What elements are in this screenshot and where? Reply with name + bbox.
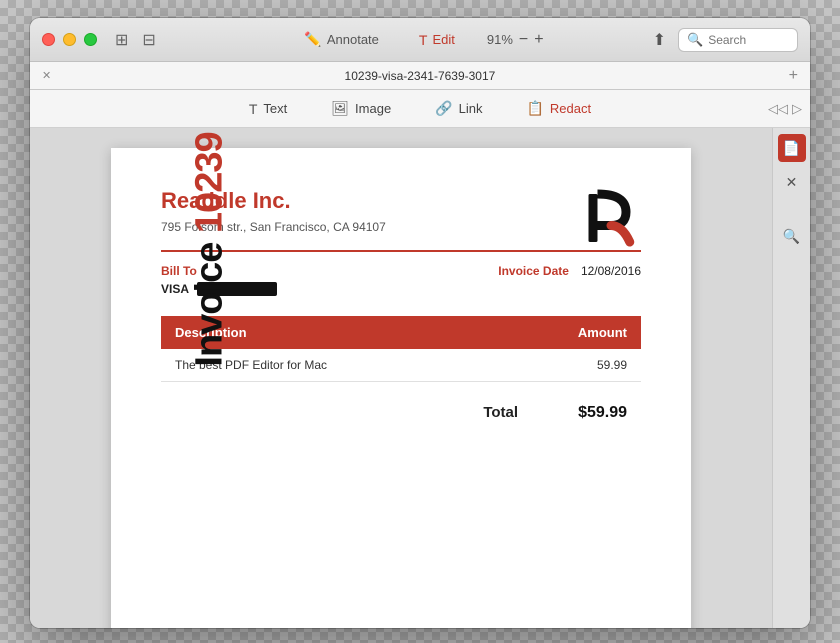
search-icon: 🔍 (687, 32, 703, 48)
invoice-rotated-text: Invoice 10239 (189, 132, 232, 366)
right-sidebar: 📄 ✕ 🔍 (772, 128, 810, 628)
image-tool[interactable]: 🖼 Image (323, 96, 399, 121)
sidebar-close-icon[interactable]: ✕ (778, 168, 806, 196)
nav-back-icon[interactable]: ◁◁ (768, 101, 788, 117)
invoice-number: 10239 (189, 132, 231, 233)
total-row: Total $59.99 (161, 390, 641, 422)
traffic-lights (42, 33, 97, 46)
redact-tool-label: Redact (550, 101, 591, 116)
titlebar-icon-group: ⊞ ⊟ (115, 30, 156, 50)
logo-container (581, 188, 641, 253)
edit-button[interactable]: T Edit (411, 28, 463, 52)
sidebar-toggle-icon[interactable]: ⊞ (115, 30, 128, 50)
divider-line (161, 250, 641, 252)
col-amount-header: Amount (497, 316, 641, 349)
zoom-control: 91% − + (487, 31, 544, 49)
readdle-logo (581, 188, 641, 248)
table-header-row: Description Amount (161, 316, 641, 349)
invoice-date-label: Invoice Date (498, 264, 569, 278)
redact-tool[interactable]: 📋 Redact (518, 96, 599, 121)
sidebar-search-icon[interactable]: 🔍 (778, 222, 806, 250)
company-address: 795 Folsom str., San Francisco, CA 94107 (161, 220, 641, 234)
search-box: 🔍 (678, 28, 798, 52)
close-button[interactable] (42, 33, 55, 46)
invoice-table: Description Amount The best PDF Editor f… (161, 316, 641, 382)
zoom-plus-button[interactable]: + (534, 31, 543, 49)
tab-close-button[interactable]: ✕ (42, 69, 51, 82)
sidebar-document-icon[interactable]: 📄 (778, 134, 806, 162)
titlebar-right: ⬆ 🔍 (653, 28, 798, 52)
invoice-date-section: Invoice Date 12/08/2016 (498, 264, 641, 278)
total-value: $59.99 (578, 404, 627, 422)
titlebar-center: ✏️ Annotate T Edit 91% − + (296, 27, 543, 52)
grid-view-icon[interactable]: ⊟ (142, 30, 155, 50)
visa-label: VISA (161, 282, 189, 296)
nav-arrows: ◁◁ ▷ (768, 101, 810, 117)
invoice-word: Invoice (189, 243, 231, 367)
main-window: ⊞ ⊟ ✏️ Annotate T Edit 91% − + ⬆ 🔍 (30, 18, 810, 628)
total-label: Total (483, 404, 518, 422)
redact-icon: 📋 (526, 100, 543, 117)
nav-forward-icon[interactable]: ▷ (792, 101, 802, 117)
link-tool-label: Link (459, 101, 483, 116)
pdf-toolbar: T Text 🖼 Image 🔗 Link 📋 Redact ◁◁ ▷ (30, 90, 810, 128)
image-tool-label: Image (355, 101, 391, 116)
pdf-page: Invoice 10239 Readdle Inc. 795 Folsom st… (111, 148, 691, 628)
minimize-button[interactable] (63, 33, 76, 46)
annotate-label: Annotate (327, 32, 379, 47)
link-icon: 🔗 (435, 100, 452, 117)
text-icon: T (249, 101, 258, 117)
tab-title: 10239-visa-2341-7639-3017 (59, 69, 780, 83)
titlebar: ⊞ ⊟ ✏️ Annotate T Edit 91% − + ⬆ 🔍 (30, 18, 810, 62)
link-tool[interactable]: 🔗 Link (427, 96, 490, 121)
edit-label: Edit (432, 32, 454, 47)
company-name: Readdle Inc. (161, 188, 641, 214)
zoom-value: 91% (487, 32, 513, 47)
tabbar: ✕ 10239-visa-2341-7639-3017 + (30, 62, 810, 90)
billing-row: Bill To VISA Invoice Date 12/08/2016 (161, 264, 641, 296)
zoom-minus-button[interactable]: − (519, 31, 528, 49)
image-icon: 🖼 (331, 100, 349, 117)
edit-icon: T (419, 32, 428, 48)
maximize-button[interactable] (84, 33, 97, 46)
tab-add-button[interactable]: + (789, 67, 798, 85)
search-input[interactable] (708, 33, 798, 47)
content-area: Invoice 10239 Readdle Inc. 795 Folsom st… (30, 128, 810, 628)
table-row: The best PDF Editor for Mac 59.99 (161, 349, 641, 382)
pencil-icon: ✏️ (304, 31, 321, 48)
row-amount: 59.99 (497, 349, 641, 382)
invoice-date-value: 12/08/2016 (581, 264, 641, 278)
annotate-button[interactable]: ✏️ Annotate (296, 27, 386, 52)
share-button[interactable]: ⬆ (653, 30, 666, 50)
pdf-viewer: Invoice 10239 Readdle Inc. 795 Folsom st… (30, 128, 772, 628)
text-tool[interactable]: T Text (241, 97, 295, 121)
text-tool-label: Text (263, 101, 287, 116)
